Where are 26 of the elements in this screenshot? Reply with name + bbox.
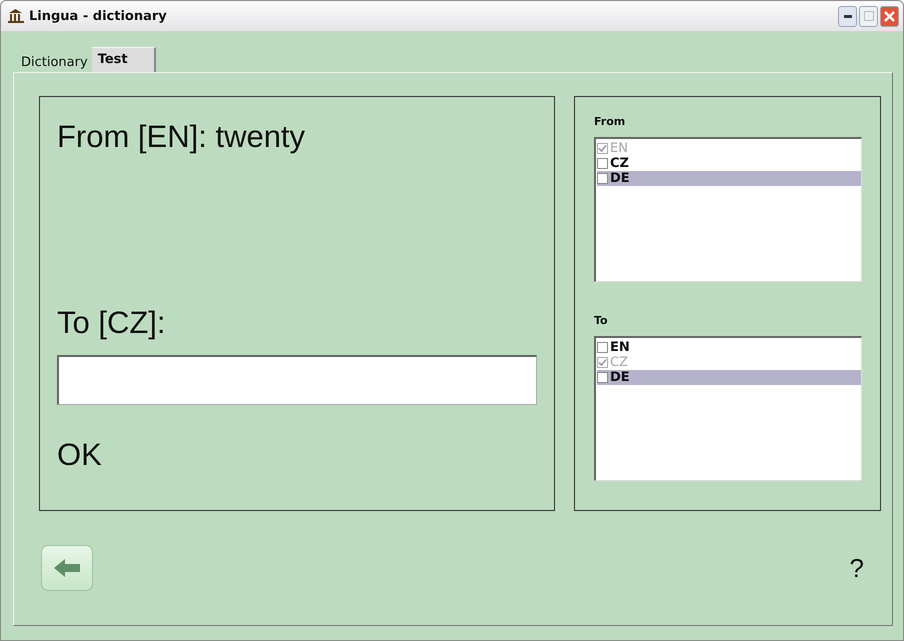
checkbox[interactable] xyxy=(597,372,608,383)
left-arrow-icon xyxy=(53,558,81,578)
from-word: From [EN]: twenty xyxy=(57,119,306,155)
answer-field[interactable] xyxy=(57,355,537,405)
close-button[interactable] xyxy=(880,6,899,26)
minimize-icon xyxy=(844,14,852,18)
tab[interactable]: Test xyxy=(92,47,156,72)
building-icon xyxy=(7,8,25,24)
window-title: Lingua - dictionary xyxy=(29,8,168,24)
to-label: To [CZ]: xyxy=(57,305,167,341)
list-label: From xyxy=(594,115,626,128)
list-item[interactable]: CZ xyxy=(597,156,861,171)
maximize-icon xyxy=(864,11,874,21)
checkbox[interactable] xyxy=(597,173,608,184)
checkbox[interactable] xyxy=(597,158,608,169)
minimize-button[interactable] xyxy=(838,6,857,26)
list-item[interactable]: DE xyxy=(597,370,861,385)
help-mark[interactable]: ? xyxy=(850,552,864,584)
list-item[interactable]: EN xyxy=(597,340,861,355)
back-button[interactable] xyxy=(41,545,93,591)
ok-link[interactable]: OK xyxy=(57,437,536,473)
tab[interactable]: Dictionary xyxy=(17,51,92,72)
list-item[interactable]: DE xyxy=(597,171,861,186)
list-label: To xyxy=(594,314,609,327)
close-icon xyxy=(884,10,895,22)
checkbox[interactable] xyxy=(597,342,608,353)
